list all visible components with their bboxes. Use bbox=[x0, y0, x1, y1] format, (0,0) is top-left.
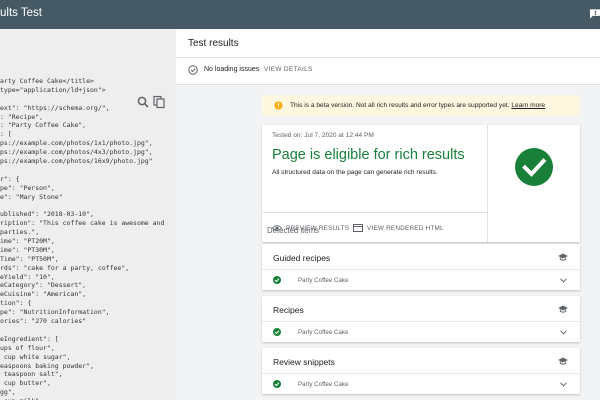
check-circle-icon bbox=[188, 65, 198, 75]
code-line: rds": "cake for a party, coffee", bbox=[0, 263, 130, 272]
code-line: eYield": "10", bbox=[0, 272, 55, 281]
check-circle-icon bbox=[515, 148, 553, 186]
code-line: eCuisine": "American", bbox=[0, 290, 87, 299]
section-title: Guided recipes bbox=[273, 253, 331, 263]
code-editor[interactable]: arty Coffee Cake</title> type="applicatio… bbox=[0, 77, 164, 400]
check-circle-icon bbox=[273, 276, 281, 284]
detected-item-label: Party Coffee Cake bbox=[298, 329, 349, 336]
section-guided-recipes[interactable]: Guided recipes Party Coffee Cake bbox=[262, 244, 580, 290]
code-line: cup white sugar", bbox=[0, 352, 71, 361]
code-line: ps://example.com/photos/16x9/photo.jpg" bbox=[0, 157, 153, 166]
detected-item-label: Party Coffee Cake bbox=[298, 381, 349, 388]
code-line: pe": "NutritionInformation", bbox=[0, 308, 110, 317]
code-line: : "Recipe", bbox=[0, 112, 44, 121]
code-line: e": "Mary Stone" bbox=[0, 192, 63, 201]
top-app-bar: ults Test bbox=[0, 0, 600, 29]
code-line: Time": "PT50M", bbox=[0, 254, 59, 263]
graduation-cap-icon bbox=[558, 357, 568, 365]
app-title: ults Test bbox=[0, 7, 42, 19]
code-line: ps://example.com/photos/4x3/photo.jpg", bbox=[0, 148, 153, 157]
code-line: tion": { bbox=[0, 299, 32, 308]
code-line: ime": "PT30M", bbox=[0, 245, 55, 254]
graduation-cap-icon bbox=[558, 305, 568, 313]
detected-item-label: Party Coffee Cake bbox=[298, 277, 349, 284]
code-line: teaspoon salt", bbox=[0, 370, 63, 379]
view-rendered-html-button[interactable]: VIEW RENDERED HTML bbox=[367, 225, 444, 232]
check-circle-icon bbox=[273, 380, 281, 388]
code-panel[interactable]: arty Coffee Cake</title> type="applicatio… bbox=[0, 29, 177, 400]
feedback-icon[interactable] bbox=[590, 9, 600, 19]
results-title: Test results bbox=[188, 38, 239, 49]
chevron-down-icon[interactable] bbox=[560, 382, 567, 387]
beta-text: This is a beta version. Not all rich res… bbox=[290, 102, 546, 109]
results-panel: Test results No loading issues VIEW DETA… bbox=[176, 29, 600, 400]
section-recipes[interactable]: Recipes Party Coffee Cake bbox=[262, 296, 580, 342]
section-title: Recipes bbox=[273, 305, 304, 315]
code-line: gg", bbox=[0, 388, 16, 397]
code-line: pe": "Person", bbox=[0, 183, 55, 192]
beta-banner: This is a beta version. Not all rich res… bbox=[262, 95, 580, 116]
chevron-down-icon[interactable] bbox=[560, 278, 567, 283]
code-line: type="application/ld+json"> bbox=[0, 85, 106, 94]
loading-status-text: No loading issues bbox=[204, 66, 260, 73]
check-circle-icon bbox=[273, 328, 281, 336]
code-line: parties.", bbox=[0, 228, 40, 237]
divider bbox=[262, 269, 580, 270]
code-line: eIngredient": [ bbox=[0, 334, 59, 343]
code-line: ories": "270 calories" bbox=[0, 317, 87, 326]
divider bbox=[262, 321, 580, 322]
eligibility-card: Tested on: Jul 7, 2020 at 12:44 PM Page … bbox=[262, 125, 580, 242]
chevron-down-icon[interactable] bbox=[560, 330, 567, 335]
view-details-button[interactable]: VIEW DETAILS bbox=[264, 66, 313, 73]
tested-on-timestamp: Tested on: Jul 7, 2020 at 12:44 PM bbox=[272, 132, 374, 139]
code-line: cup butter", bbox=[0, 379, 51, 388]
code-line: r": { bbox=[0, 174, 20, 183]
code-line: easpoons baking powder", bbox=[0, 361, 94, 370]
divider bbox=[262, 212, 488, 213]
graduation-cap-icon bbox=[558, 253, 568, 261]
code-line: ps://example.com/photos/1x1/photo.jpg", bbox=[0, 139, 153, 148]
results-header: Test results bbox=[176, 29, 600, 58]
divider bbox=[262, 373, 580, 374]
section-title: Review snippets bbox=[273, 357, 335, 367]
info-icon bbox=[274, 101, 283, 110]
code-line: ext": "https://schema.org/", bbox=[0, 103, 110, 112]
code-line: : "Party Coffee Cake", bbox=[0, 121, 87, 130]
loading-status-row: No loading issues VIEW DETAILS bbox=[176, 58, 600, 85]
learn-more-link[interactable]: Learn more bbox=[511, 102, 545, 109]
eligibility-subtitle: All structured data on the page can gene… bbox=[272, 169, 438, 176]
code-line: ublished": "2018-03-10", bbox=[0, 210, 94, 219]
code-line: : [ bbox=[0, 130, 12, 139]
code-line: eCategory": "Dessert", bbox=[0, 281, 87, 290]
code-window-icon bbox=[353, 224, 363, 232]
code-line: ups of flour", bbox=[0, 343, 55, 352]
detected-items-label: Detected items bbox=[267, 226, 320, 235]
section-review-snippets[interactable]: Review snippets Party Coffee Cake bbox=[262, 348, 580, 394]
code-line: ription": "This coffee cake is awesome a… bbox=[0, 219, 165, 228]
code-line: ime": "PT20M", bbox=[0, 237, 55, 246]
divider bbox=[487, 125, 488, 242]
code-line: arty Coffee Cake</title> bbox=[0, 77, 94, 85]
eligibility-title: Page is eligible for rich results bbox=[272, 147, 465, 163]
